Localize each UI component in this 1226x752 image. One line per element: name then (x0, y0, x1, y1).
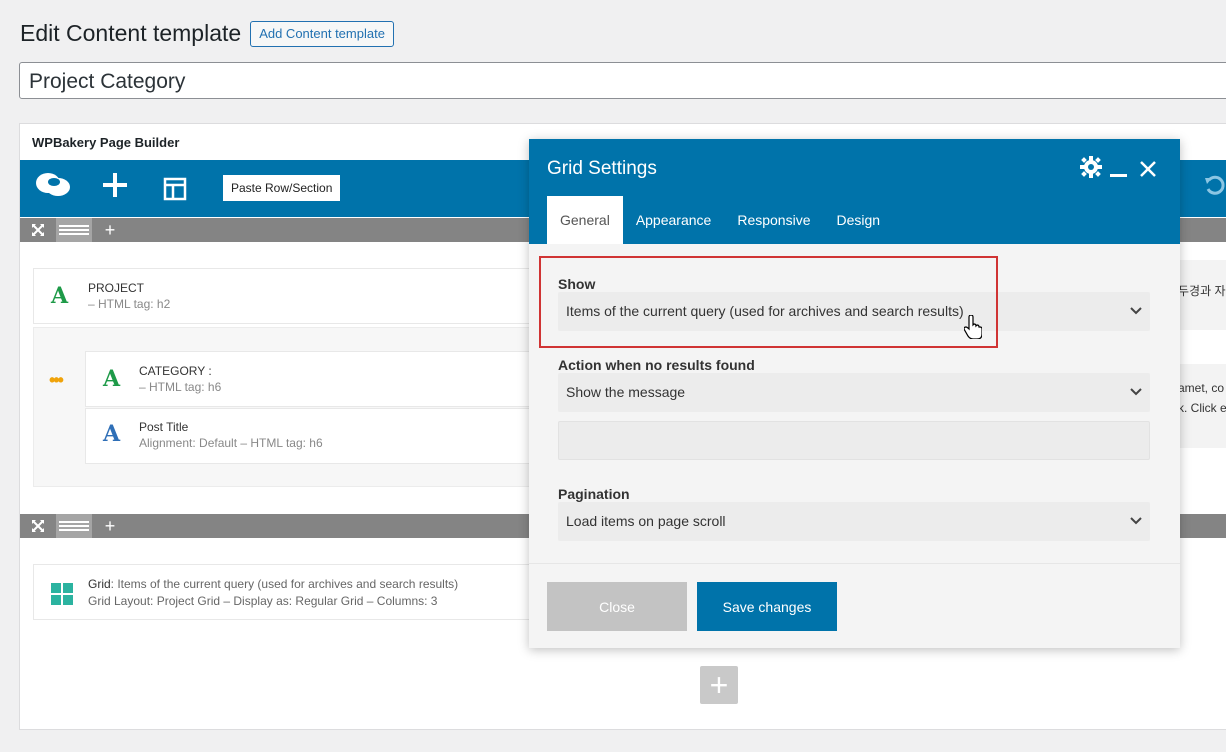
undo-icon[interactable] (1203, 174, 1226, 205)
add-column-icon[interactable]: + (92, 218, 128, 242)
more-options-icon[interactable]: ••• (49, 370, 64, 391)
hand-cursor-icon (963, 314, 983, 345)
pagination-label: Pagination (558, 486, 630, 502)
drag-icon[interactable] (56, 218, 92, 242)
element-desc: Alignment: Default – HTML tag: h6 (139, 436, 323, 450)
title-input[interactable]: Project Category (19, 62, 1226, 99)
page-title: Edit Content template (20, 20, 242, 46)
plus-icon[interactable] (102, 172, 128, 205)
bg-text: amet, co (1178, 381, 1225, 395)
text-a-icon: A (103, 421, 121, 447)
text-a-icon: A (103, 366, 121, 392)
element-desc: Grid Layout: Project Grid – Display as: … (88, 594, 438, 608)
no-results-label: Action when no results found (558, 357, 755, 373)
fullscreen-icon[interactable] (20, 218, 56, 242)
drag-icon[interactable] (56, 514, 92, 538)
no-results-message-input[interactable] (558, 421, 1150, 460)
chevron-down-icon (1130, 373, 1142, 427)
tab-responsive[interactable]: Responsive (724, 196, 823, 244)
element-desc: – HTML tag: h6 (139, 380, 222, 394)
pagination-value: Load items on page scroll (566, 513, 726, 529)
layout-icon[interactable] (163, 176, 187, 208)
tab-appearance[interactable]: Appearance (623, 196, 725, 244)
bg-text: k. Click e (1178, 401, 1226, 415)
close-button[interactable]: Close (547, 582, 687, 631)
grid-element[interactable]: Grid: Items of the current query (used f… (33, 564, 553, 620)
add-content-template-button[interactable]: Add Content template (250, 20, 394, 47)
text-a-icon: A (51, 283, 69, 309)
element-name: Grid: Items of the current query (used f… (88, 577, 458, 591)
grid-name: Grid (88, 577, 111, 591)
modal-header: Grid Settings General Appearance Respons… (529, 139, 1180, 244)
close-icon[interactable] (1139, 158, 1157, 184)
no-results-value: Show the message (566, 384, 686, 400)
element-desc: – HTML tag: h2 (88, 297, 171, 311)
post-title-element[interactable]: A Post Title Alignment: Default – HTML t… (85, 408, 555, 464)
chevron-down-icon (1130, 502, 1142, 556)
highlight-box (539, 256, 998, 348)
pagination-select[interactable]: Load items on page scroll (558, 502, 1150, 541)
grid-desc: : Items of the current query (used for a… (110, 577, 459, 591)
modal-title: Grid Settings (547, 158, 657, 179)
wpbakery-title: WPBakery Page Builder (32, 135, 180, 150)
add-column-icon[interactable]: + (92, 514, 128, 538)
cloud-icon[interactable] (34, 170, 72, 207)
tab-design[interactable]: Design (823, 196, 893, 244)
page-header: Edit Content template Add Content templa… (20, 20, 394, 47)
gear-icon[interactable] (1080, 156, 1102, 184)
grid-icon (51, 583, 73, 610)
element-name: Post Title (139, 420, 189, 434)
grid-settings-modal: Grid Settings General Appearance Respons… (529, 139, 1180, 648)
bg-text: 두경과 자 (1178, 284, 1226, 298)
chevron-down-icon (1130, 292, 1142, 346)
element-name: CATEGORY : (139, 364, 212, 378)
add-element-button[interactable]: + (700, 666, 738, 704)
paste-row-button[interactable]: Paste Row/Section (223, 175, 341, 201)
save-changes-button[interactable]: Save changes (697, 582, 837, 631)
tab-general[interactable]: General (547, 196, 623, 244)
modal-tabs: General Appearance Responsive Design (547, 196, 893, 244)
project-element[interactable]: A PROJECT – HTML tag: h2 (33, 268, 553, 324)
category-element[interactable]: A CATEGORY : – HTML tag: h6 (85, 351, 555, 407)
minimize-icon[interactable] (1110, 174, 1127, 177)
no-results-select[interactable]: Show the message (558, 373, 1150, 412)
fullscreen-icon[interactable] (20, 514, 56, 538)
element-name: PROJECT (88, 281, 145, 295)
modal-footer: Close Save changes (529, 563, 1180, 648)
inner-column: ••• A CATEGORY : – HTML tag: h6 A Post T… (33, 327, 555, 487)
